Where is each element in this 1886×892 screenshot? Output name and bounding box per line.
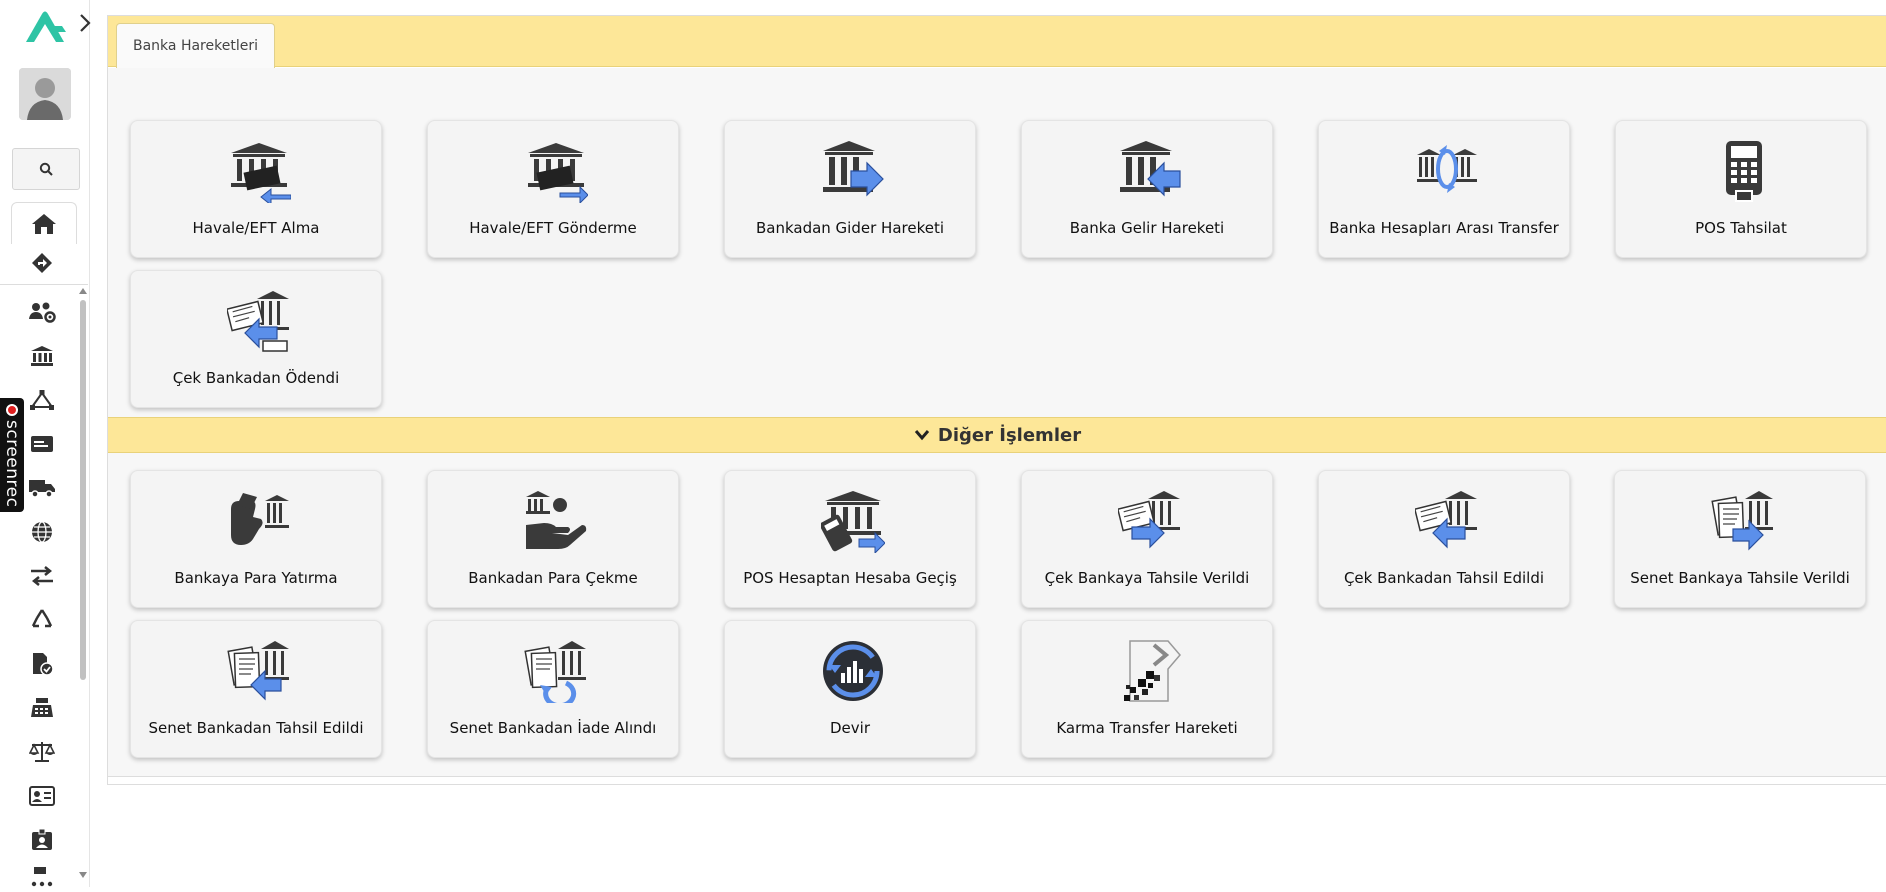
- card-bankadan-gider-hareketi[interactable]: Bankadan Gider Hareketi: [724, 120, 976, 258]
- route-icon: [32, 253, 52, 273]
- note-to-bank-icon: [1711, 491, 1773, 551]
- sidebar-divider: [0, 284, 88, 285]
- document-check-icon[interactable]: [24, 642, 60, 686]
- globe-icon[interactable]: [24, 510, 60, 554]
- bank-icon[interactable]: [24, 334, 60, 378]
- card-label: POS Tahsilat: [1695, 219, 1787, 237]
- app-logo[interactable]: [20, 6, 70, 46]
- pos-account-transfer-icon: [821, 491, 885, 553]
- search-button[interactable]: [12, 148, 80, 190]
- tab-bar: Banka Hareketleri: [108, 16, 1886, 68]
- section-title: Diğer İşlemler: [937, 424, 1082, 446]
- deposit-icon: [231, 493, 289, 545]
- card-label: Banka Hesapları Arası Transfer: [1329, 219, 1559, 237]
- user-avatar[interactable]: [19, 68, 71, 120]
- note-from-bank-icon: [227, 641, 289, 701]
- other-actions-grid: Bankaya Para Yatırma Bankadan Para Çekme…: [108, 453, 1886, 777]
- card-label: Banka Gelir Hareketi: [1069, 219, 1225, 237]
- section-diger-islemler[interactable]: Diğer İşlemler: [108, 417, 1886, 453]
- card-cek-bankadan-odendi[interactable]: Çek Bankadan Ödendi: [130, 270, 382, 408]
- home-tab[interactable]: [11, 202, 77, 244]
- record-icon: [6, 404, 18, 416]
- bank-arrow-left-icon: [1120, 141, 1181, 197]
- carry-over-icon: [823, 641, 883, 701]
- cash-register-icon[interactable]: [24, 686, 60, 730]
- check-to-bank-icon: [1118, 491, 1180, 549]
- sidebar: screenrec: [0, 0, 92, 887]
- screenrec-label: screenrec: [2, 420, 22, 508]
- mixed-transfer-icon: [1124, 640, 1181, 702]
- card-bankadan-para-cekme[interactable]: Bankadan Para Çekme: [427, 470, 679, 608]
- check-from-bank-icon: [1415, 491, 1477, 549]
- card-label: Çek Bankadan Ödendi: [172, 369, 340, 387]
- bank-transfer-icon: [1417, 145, 1477, 193]
- transfer-arrows-icon[interactable]: [24, 554, 60, 598]
- card-label: POS Hesaptan Hesaba Geçiş: [743, 569, 957, 587]
- network-icon[interactable]: [24, 378, 60, 422]
- scrollbar-thumb[interactable]: [80, 300, 86, 680]
- scroll-up-icon[interactable]: [79, 288, 87, 294]
- card-cek-bankaya-tahsile-verildi[interactable]: Çek Bankaya Tahsile Verildi: [1021, 470, 1273, 608]
- sidebar-scrollbar[interactable]: [78, 288, 88, 878]
- card-label: Devir: [830, 719, 870, 737]
- card-label: Bankaya Para Yatırma: [174, 569, 338, 587]
- scroll-down-icon[interactable]: [79, 872, 87, 878]
- card-label: Bankadan Para Çekme: [468, 569, 638, 587]
- check-bank-paid-icon: [227, 291, 289, 352]
- withdraw-icon: [526, 491, 587, 549]
- card-label: Senet Bankaya Tahsile Verildi: [1630, 569, 1850, 587]
- card-label: Senet Bankadan İade Alındı: [449, 719, 657, 737]
- scale-icon[interactable]: [24, 730, 60, 774]
- card-banka-gelir-hareketi[interactable]: Banka Gelir Hareketi: [1021, 120, 1273, 258]
- card-havale-eft-gonderme[interactable]: Havale/EFT Gönderme: [427, 120, 679, 258]
- card-senet-bankaya-tahsile-verildi[interactable]: Senet Bankaya Tahsile Verildi: [1614, 470, 1866, 608]
- card-label: Havale/EFT Alma: [192, 219, 320, 237]
- route-icon-button[interactable]: [27, 250, 57, 276]
- note-return-icon: [524, 641, 586, 703]
- card-cek-bankadan-tahsil-edildi[interactable]: Çek Bankadan Tahsil Edildi: [1318, 470, 1570, 608]
- card-label: Havale/EFT Gönderme: [469, 219, 637, 237]
- badge-icon[interactable]: [24, 818, 60, 862]
- sidebar-nav: [24, 290, 60, 892]
- card-pos-tahsilat[interactable]: POS Tahsilat: [1615, 120, 1867, 258]
- users-gear-icon[interactable]: [24, 290, 60, 334]
- more-icon[interactable]: [24, 862, 60, 892]
- card-senet-bankadan-tahsil-edildi[interactable]: Senet Bankadan Tahsil Edildi: [130, 620, 382, 758]
- card-karma-transfer-hareketi[interactable]: Karma Transfer Hareketi: [1021, 620, 1273, 758]
- card-banka-hesaplari-arasi-transfer[interactable]: Banka Hesapları Arası Transfer: [1318, 120, 1570, 258]
- chevron-down-icon: [914, 430, 930, 441]
- card-senet-bankadan-iade-alindi[interactable]: Senet Bankadan İade Alındı: [427, 620, 679, 758]
- screenrec-widget[interactable]: screenrec: [0, 398, 24, 512]
- card-label: Karma Transfer Hareketi: [1056, 719, 1238, 737]
- card-bankaya-para-yatirma[interactable]: Bankaya Para Yatırma: [130, 470, 382, 608]
- bank-arrow-right-icon: [823, 141, 884, 197]
- card-devir[interactable]: Devir: [724, 620, 976, 758]
- expand-sidebar-icon[interactable]: [78, 12, 92, 34]
- recycle-icon[interactable]: [24, 598, 60, 642]
- bank-actions-grid: Havale/EFT Alma Havale/EFT Gönderme Bank…: [108, 68, 1886, 418]
- id-card-icon[interactable]: [24, 774, 60, 818]
- home-icon: [32, 213, 56, 234]
- card-label: Çek Bankadan Tahsil Edildi: [1343, 569, 1545, 587]
- search-icon: [39, 162, 53, 176]
- bank-money-in-icon: [231, 143, 291, 203]
- card-havale-eft-alma[interactable]: Havale/EFT Alma: [130, 120, 382, 258]
- card-label: Senet Bankadan Tahsil Edildi: [148, 719, 364, 737]
- bank-money-out-icon: [528, 143, 588, 203]
- truck-icon[interactable]: [24, 466, 60, 510]
- card-label: Çek Bankaya Tahsile Verildi: [1044, 569, 1250, 587]
- main-panel: Banka Hareketleri Havale/EFT Alma Havale…: [107, 15, 1886, 785]
- card-label: Bankadan Gider Hareketi: [755, 219, 945, 237]
- tab-banka-hareketleri[interactable]: Banka Hareketleri: [116, 23, 275, 68]
- card-pos-hesaptan-hesaba-gecis[interactable]: POS Hesaptan Hesaba Geçiş: [724, 470, 976, 608]
- card-icon[interactable]: [24, 422, 60, 466]
- pos-terminal-icon: [1726, 141, 1762, 202]
